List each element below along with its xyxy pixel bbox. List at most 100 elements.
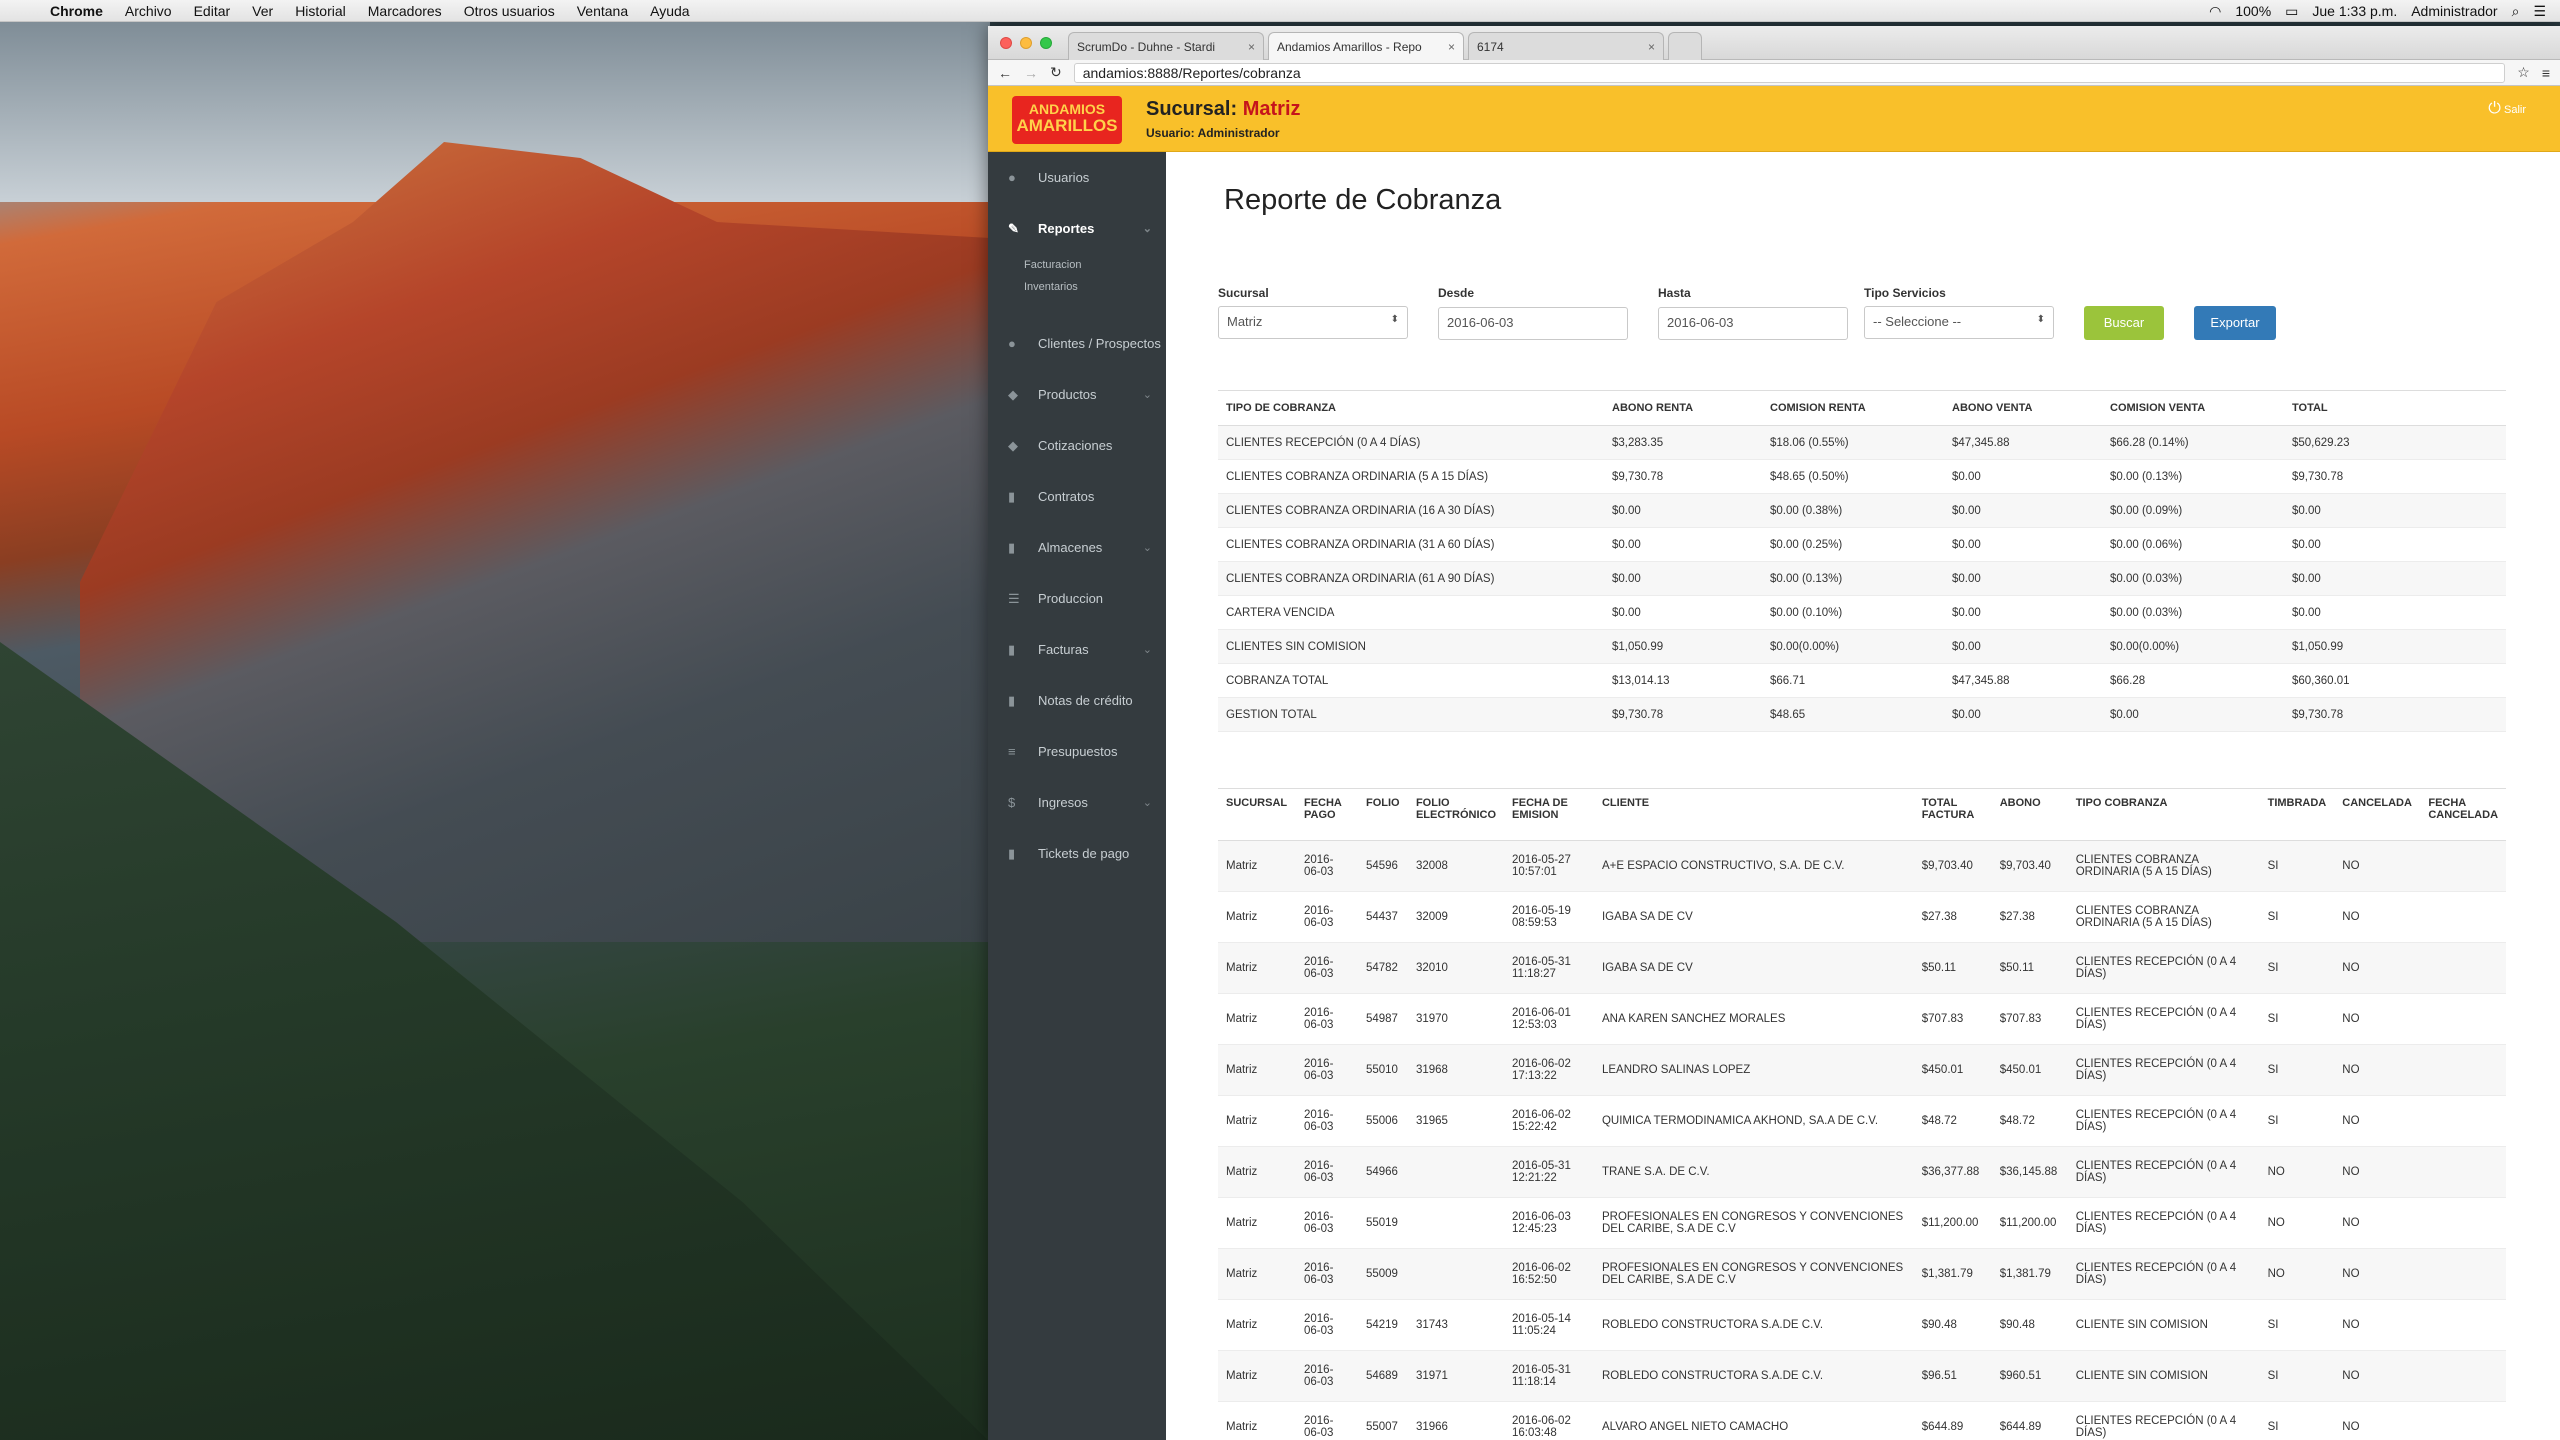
cell: $0.00 (0.25%) <box>1762 527 1944 562</box>
table-cell <box>1407 1197 1505 1249</box>
table-cell: 2016-06-03 <box>1295 993 1358 1045</box>
table-cell: SI <box>2259 942 2335 994</box>
sidebar-item-contratos[interactable]: ▮ Contratos <box>988 471 1166 522</box>
table-cell: 2016-06-02 16:03:48 <box>1504 1401 1594 1440</box>
sidebar-item-produccion[interactable]: ☰ Produccion <box>988 573 1166 624</box>
exportar-button[interactable]: Exportar <box>2194 306 2276 340</box>
spotlight-icon[interactable]: ⌕ <box>2512 3 2520 20</box>
close-tab-icon[interactable]: × <box>1248 40 1255 54</box>
sidebar-subitem-inventarios[interactable]: Inventarios <box>988 276 1166 298</box>
clock[interactable]: Jue 1:33 p.m. <box>2312 3 2397 19</box>
table-cell: SI <box>2259 891 2335 943</box>
tab-label: ScrumDo - Duhne - Stardi <box>1077 39 1216 54</box>
back-icon[interactable]: ← <box>998 65 1012 81</box>
table-cell: 54987 <box>1357 993 1408 1045</box>
table-cell: NO <box>2334 840 2421 892</box>
table-cell <box>1407 1146 1505 1198</box>
cell: $0.00 <box>1944 561 2102 596</box>
close-window-button[interactable] <box>1000 37 1012 49</box>
tab-andamios-reporte[interactable]: Andamios Amarillos - Repo × <box>1268 32 1464 60</box>
menu-otros-usuarios[interactable]: Otros usuarios <box>464 3 555 19</box>
summary-row: CLIENTES COBRANZA ORDINARIA (31 A 60 DÍA… <box>1218 527 2506 562</box>
table-cell: SI <box>2259 1350 2335 1402</box>
close-tab-icon[interactable]: × <box>1648 40 1655 54</box>
bookmark-star-icon[interactable]: ☆ <box>2517 64 2530 81</box>
select-arrows-icon: ⬍ <box>2036 314 2045 325</box>
sidebar-item-label: Productos <box>1038 387 1097 402</box>
cell: $0.00 <box>1944 595 2102 630</box>
hasta-date-input[interactable]: 2016-06-03 <box>1658 307 1848 340</box>
logout-label: Salir <box>2503 104 2526 116</box>
battery-percent[interactable]: 100% <box>2235 3 2271 19</box>
menu-ver[interactable]: Ver <box>252 3 273 19</box>
buscar-button[interactable]: Buscar <box>2084 306 2164 340</box>
sidebar-item-almacenes[interactable]: ▮ Almacenes ⌄ <box>988 522 1166 573</box>
logout-button[interactable]: ⏻ Salir <box>2488 100 2526 118</box>
table-cell: CLIENTES RECEPCIÓN (0 A 4 DÍAS) <box>2067 1248 2260 1300</box>
tag-icon: ◆ <box>1008 386 1018 402</box>
table-cell: 32010 <box>1407 942 1505 994</box>
cell: $0.00 (0.03%) <box>2102 595 2284 630</box>
tab-scrumdo[interactable]: ScrumDo - Duhne - Stardi × <box>1068 32 1264 60</box>
summary-row: CARTERA VENCIDA $0.00 $0.00 (0.10%) $0.00 $0… <box>1218 595 2506 630</box>
table-cell: 31968 <box>1407 1044 1505 1096</box>
power-icon: ⏻ <box>2488 100 2501 117</box>
table-cell: $1,381.79 <box>1991 1248 2068 1300</box>
sucursal-select[interactable]: Matriz ⬍ <box>1218 306 1408 339</box>
cell: $9,730.78 <box>2284 697 2506 732</box>
sidebar-item-label: Cotizaciones <box>1038 438 1113 453</box>
table-cell: $644.89 <box>1913 1401 1992 1440</box>
sidebar-item-ingresos[interactable]: $ Ingresos ⌄ <box>988 777 1166 828</box>
menu-ventana[interactable]: Ventana <box>577 3 628 19</box>
col-cliente: CLIENTE <box>1593 788 1914 841</box>
sidebar-item-notas-credito[interactable]: ▮ Notas de crédito <box>988 675 1166 726</box>
table-cell: 2016-06-03 <box>1295 891 1358 943</box>
sidebar-item-clientes[interactable]: ● Clientes / Prospectos <box>988 318 1166 369</box>
menu-archivo[interactable]: Archivo <box>125 3 172 19</box>
desde-date-input[interactable]: 2016-06-03 <box>1438 307 1628 340</box>
menu-app-name[interactable]: Chrome <box>50 3 103 19</box>
reload-icon[interactable]: ↻ <box>1050 64 1062 81</box>
sidebar-subitem-facturacion[interactable]: Facturacion <box>988 254 1166 276</box>
table-cell: Matriz <box>1218 1401 1296 1440</box>
notification-center-icon[interactable]: ☰ <box>2533 3 2546 20</box>
menu-historial[interactable]: Historial <box>295 3 346 19</box>
sidebar-item-presupuestos[interactable]: ≡ Presupuestos <box>988 726 1166 777</box>
minimize-window-button[interactable] <box>1020 37 1032 49</box>
company-logo[interactable]: ANDAMIOS AMARILLOS <box>1012 96 1122 144</box>
close-tab-icon[interactable]: × <box>1448 40 1455 54</box>
table-cell: NO <box>2334 993 2421 1045</box>
cell: $0.00 <box>2284 493 2506 528</box>
new-tab-button[interactable] <box>1668 32 1702 60</box>
menu-marcadores[interactable]: Marcadores <box>368 3 442 19</box>
sidebar-item-cotizaciones[interactable]: ◆ Cotizaciones <box>988 420 1166 471</box>
app-header: ANDAMIOS AMARILLOS Sucursal: Matriz Usua… <box>988 86 2560 152</box>
table-cell: Matriz <box>1218 840 1296 892</box>
cell: $0.00 <box>1604 527 1762 562</box>
tab-strip: ScrumDo - Duhne - Stardi × Andamios Amari… <box>1068 32 1702 60</box>
sidebar-item-facturas[interactable]: ▮ Facturas ⌄ <box>988 624 1166 675</box>
cell: CLIENTES COBRANZA ORDINARIA (61 A 90 DÍA… <box>1218 561 1604 596</box>
forward-icon[interactable]: → <box>1024 65 1038 81</box>
wifi-icon[interactable]: ◠ <box>2209 3 2221 20</box>
user-menu[interactable]: Administrador <box>2411 3 2497 19</box>
hasta-label: Hasta <box>1658 286 1691 300</box>
file-icon: ▮ <box>1008 692 1016 708</box>
sidebar-item-tickets-pago[interactable]: ▮ Tickets de pago <box>988 828 1166 879</box>
sidebar-item-reportes[interactable]: ✎ Reportes ⌄ <box>988 203 1166 254</box>
table-row: Matriz 2016-06-03 54596 32008 2016-05-27 10:… <box>1218 840 2506 892</box>
zoom-window-button[interactable] <box>1040 37 1052 49</box>
sidebar-item-usuarios[interactable]: ● Usuarios <box>988 152 1166 203</box>
cell: $66.28 (0.14%) <box>2102 425 2284 460</box>
menu-ayuda[interactable]: Ayuda <box>650 3 689 19</box>
sidebar-item-productos[interactable]: ◆ Productos ⌄ <box>988 369 1166 420</box>
menu-editar[interactable]: Editar <box>194 3 231 19</box>
cell: $48.65 (0.50%) <box>1762 459 1944 494</box>
tipo-servicios-value: -- Seleccione -- <box>1873 314 1962 329</box>
url-input[interactable]: andamios:8888/Reportes/cobranza <box>1073 62 2506 83</box>
tab-6174[interactable]: 6174 × <box>1468 32 1664 60</box>
tipo-servicios-select[interactable]: -- Seleccione -- ⬍ <box>1864 306 2054 339</box>
chrome-menu-icon[interactable]: ≡ <box>2542 65 2550 81</box>
table-cell: SI <box>2259 1044 2335 1096</box>
cell: $9,730.78 <box>1604 697 1762 732</box>
